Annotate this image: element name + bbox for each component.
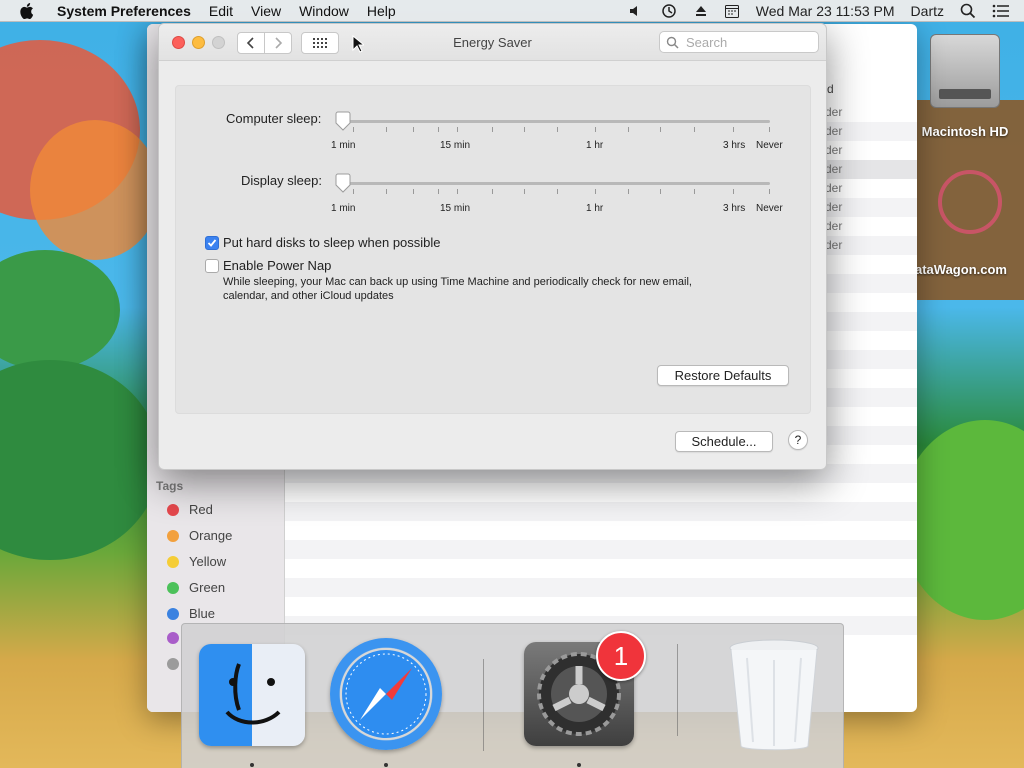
help-button[interactable]: ? <box>788 430 808 450</box>
tag-orange[interactable]: Orange <box>167 528 232 543</box>
macintosh-hd-label: Macintosh HD <box>921 124 1009 139</box>
tag-green[interactable]: Green <box>167 580 225 595</box>
tag-yellow-dot-icon <box>167 555 179 568</box>
hard-disks-label[interactable]: Put hard disks to sleep when possible <box>223 235 441 250</box>
tag-green-dot-icon <box>167 581 179 594</box>
computer-sleep-label: Computer sleep: <box>226 111 322 126</box>
tag-gray-dot-icon <box>167 658 179 670</box>
search-placeholder: Search <box>686 34 728 50</box>
search-field[interactable]: Search <box>659 31 819 53</box>
datawagon-logo-icon <box>938 170 1002 234</box>
power-nap-description: While sleeping, your Mac can back up usi… <box>223 276 692 288</box>
tick-label: 3 hrs <box>723 140 746 151</box>
tags-section-title: Tags <box>156 479 184 493</box>
column-header[interactable]: d <box>827 82 834 96</box>
time-machine-icon[interactable] <box>652 3 686 19</box>
notification-center-icon[interactable] <box>984 4 1024 18</box>
tag-purple-dot-icon <box>167 632 179 644</box>
tag-red[interactable]: Red <box>167 502 213 517</box>
tick-label: Never <box>756 203 783 214</box>
notification-badge: 1 <box>596 631 646 681</box>
display-sleep-slider-thumb[interactable] <box>335 173 351 193</box>
tick-label: 1 min <box>331 140 356 151</box>
power-nap-description-2: calendar, and other iCloud updates <box>223 290 394 302</box>
computer-sleep-slider-thumb[interactable] <box>335 111 351 131</box>
search-icon <box>666 36 679 49</box>
mouse-cursor-icon <box>352 35 364 53</box>
calendar-icon[interactable] <box>716 3 748 19</box>
app-menu[interactable]: System Preferences <box>48 0 200 22</box>
tag-blue-dot-icon <box>167 607 179 620</box>
eject-icon[interactable] <box>686 4 716 18</box>
spotlight-search-icon[interactable] <box>952 3 984 19</box>
display-sleep-label: Display sleep: <box>241 173 322 188</box>
menu-edit[interactable]: Edit <box>200 0 242 22</box>
power-nap-checkbox[interactable] <box>205 259 219 273</box>
tick-label: 15 min <box>440 203 471 214</box>
menu-window[interactable]: Window <box>290 0 358 22</box>
tick-label: 1 hr <box>586 140 604 151</box>
tag-yellow[interactable]: Yellow <box>167 554 226 569</box>
trash-dock-icon[interactable] <box>727 638 821 754</box>
clock[interactable]: Wed Mar 23 11:53 PM <box>748 0 903 22</box>
tick-label: Never <box>756 140 783 151</box>
tick-label: 1 min <box>331 203 356 214</box>
hard-disks-checkbox[interactable] <box>205 236 219 250</box>
tick-label: 15 min <box>440 140 471 151</box>
restore-defaults-button[interactable]: Restore Defaults <box>657 365 789 386</box>
tag-red-dot-icon <box>167 503 179 516</box>
menu-view[interactable]: View <box>242 0 290 22</box>
user-name[interactable]: Dartz <box>903 0 952 22</box>
datawagon-label: ataWagon.com <box>915 262 1007 277</box>
window-titlebar: Energy Saver Search <box>159 24 826 61</box>
tag-orange-dot-icon <box>167 529 179 542</box>
schedule-button[interactable]: Schedule... <box>675 431 773 452</box>
computer-sleep-slider[interactable] <box>344 120 770 123</box>
apple-menu-icon[interactable] <box>0 2 48 19</box>
datawagon-desktop-icon[interactable]: ataWagon.com <box>915 170 1024 277</box>
menu-bar: System Preferences Edit View Window Help… <box>0 0 1024 22</box>
hard-drive-icon <box>930 34 1000 108</box>
checkmark-icon <box>207 239 217 247</box>
tag-blue[interactable]: Blue <box>167 606 215 621</box>
finder-dock-icon[interactable] <box>199 644 305 746</box>
menu-help[interactable]: Help <box>358 0 405 22</box>
volume-icon[interactable] <box>620 4 652 18</box>
macintosh-hd-desktop-icon[interactable]: Macintosh HD <box>915 34 1015 139</box>
safari-dock-icon[interactable] <box>330 638 442 750</box>
tick-label: 1 hr <box>586 203 604 214</box>
settings-panel: Computer sleep: 1 min 15 min 1 hr 3 hrs … <box>175 85 811 414</box>
power-nap-label[interactable]: Enable Power Nap <box>223 258 331 273</box>
display-sleep-slider[interactable] <box>344 182 770 185</box>
energy-saver-window: Energy Saver Search Computer sleep: 1 mi… <box>158 23 827 470</box>
tick-label: 3 hrs <box>723 203 746 214</box>
dock: 1 <box>181 623 844 768</box>
